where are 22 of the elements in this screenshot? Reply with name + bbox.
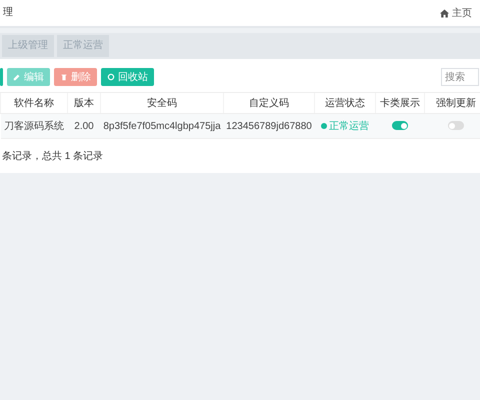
pencil-icon: [13, 73, 21, 81]
add-button[interactable]: [0, 68, 3, 86]
column-header: 安全码: [100, 92, 224, 114]
edit-button[interactable]: 编辑: [7, 68, 50, 86]
search-field[interactable]: 搜索: [441, 68, 479, 86]
status-text: 正常运营: [329, 121, 369, 132]
sub-tab[interactable]: 正常运营: [57, 35, 109, 57]
circle-icon: [107, 73, 115, 81]
delete-button[interactable]: 删除: [54, 68, 97, 86]
table-cell: 2.00: [74, 120, 94, 132]
toggle-switch[interactable]: [392, 121, 408, 130]
trash-icon: [60, 73, 68, 81]
pagination-info: 条记录，总共 1 条记录: [1, 150, 104, 163]
table-cell: 8p3f5fe7f05mc4lgbp475jja: [103, 120, 221, 132]
home-icon: [440, 8, 449, 18]
home-link[interactable]: 主页: [440, 6, 480, 20]
sub-tab[interactable]: 上级管理: [2, 35, 54, 57]
table-cell: 刀客源码系统: [4, 121, 64, 132]
column-header: 自定义码: [224, 92, 314, 114]
toggle-switch[interactable]: [448, 121, 464, 130]
recycle-button[interactable]: 回收站: [101, 68, 154, 86]
table-cell: 123456789jd67880: [226, 120, 312, 132]
